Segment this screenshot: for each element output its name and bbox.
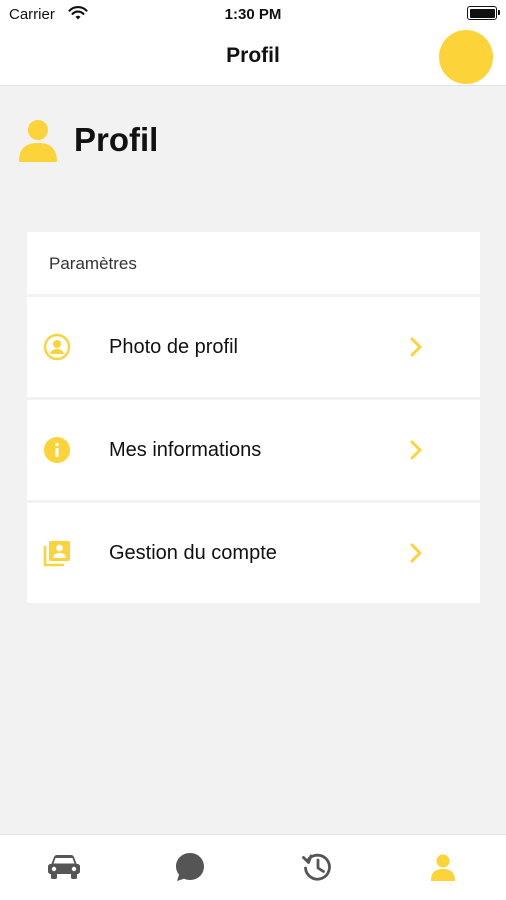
tab-car[interactable]	[44, 849, 84, 885]
status-time: 1:30 PM	[224, 6, 282, 23]
history-icon	[302, 853, 331, 881]
tab-profile[interactable]	[423, 849, 463, 885]
settings-card: Paramètres Photo de profil Mes informati…	[27, 232, 480, 603]
settings-item-label: Gestion du compte	[109, 541, 277, 564]
chevron-right-icon	[410, 440, 422, 460]
account-management-icon	[43, 541, 70, 567]
settings-item-photo-de-profil[interactable]: Photo de profil	[27, 297, 480, 397]
nav-title: Profil	[226, 44, 280, 67]
status-bar: Carrier 1:30 PM	[0, 0, 506, 28]
settings-item-gestion-du-compte[interactable]: Gestion du compte	[27, 503, 480, 603]
avatar[interactable]	[439, 30, 493, 84]
tab-history[interactable]	[297, 849, 337, 885]
battery-icon	[467, 6, 500, 20]
person-icon	[19, 120, 57, 162]
settings-item-mes-informations[interactable]: Mes informations	[27, 400, 480, 500]
page-header: Profil	[18, 116, 158, 164]
car-icon	[48, 855, 80, 879]
person-icon	[431, 854, 455, 881]
chat-bubble-icon	[176, 853, 204, 881]
user-circle-icon	[43, 333, 71, 361]
settings-item-label: Photo de profil	[109, 335, 238, 358]
settings-header: Paramètres	[27, 232, 480, 294]
chevron-right-icon	[410, 337, 422, 357]
navigation-bar: Profil	[0, 28, 506, 86]
tab-bar	[0, 834, 506, 900]
tab-messages[interactable]	[170, 849, 210, 885]
info-icon	[44, 437, 70, 463]
settings-item-label: Mes informations	[109, 438, 262, 461]
page-title: Profil	[74, 121, 159, 158]
chevron-right-icon	[410, 543, 422, 563]
